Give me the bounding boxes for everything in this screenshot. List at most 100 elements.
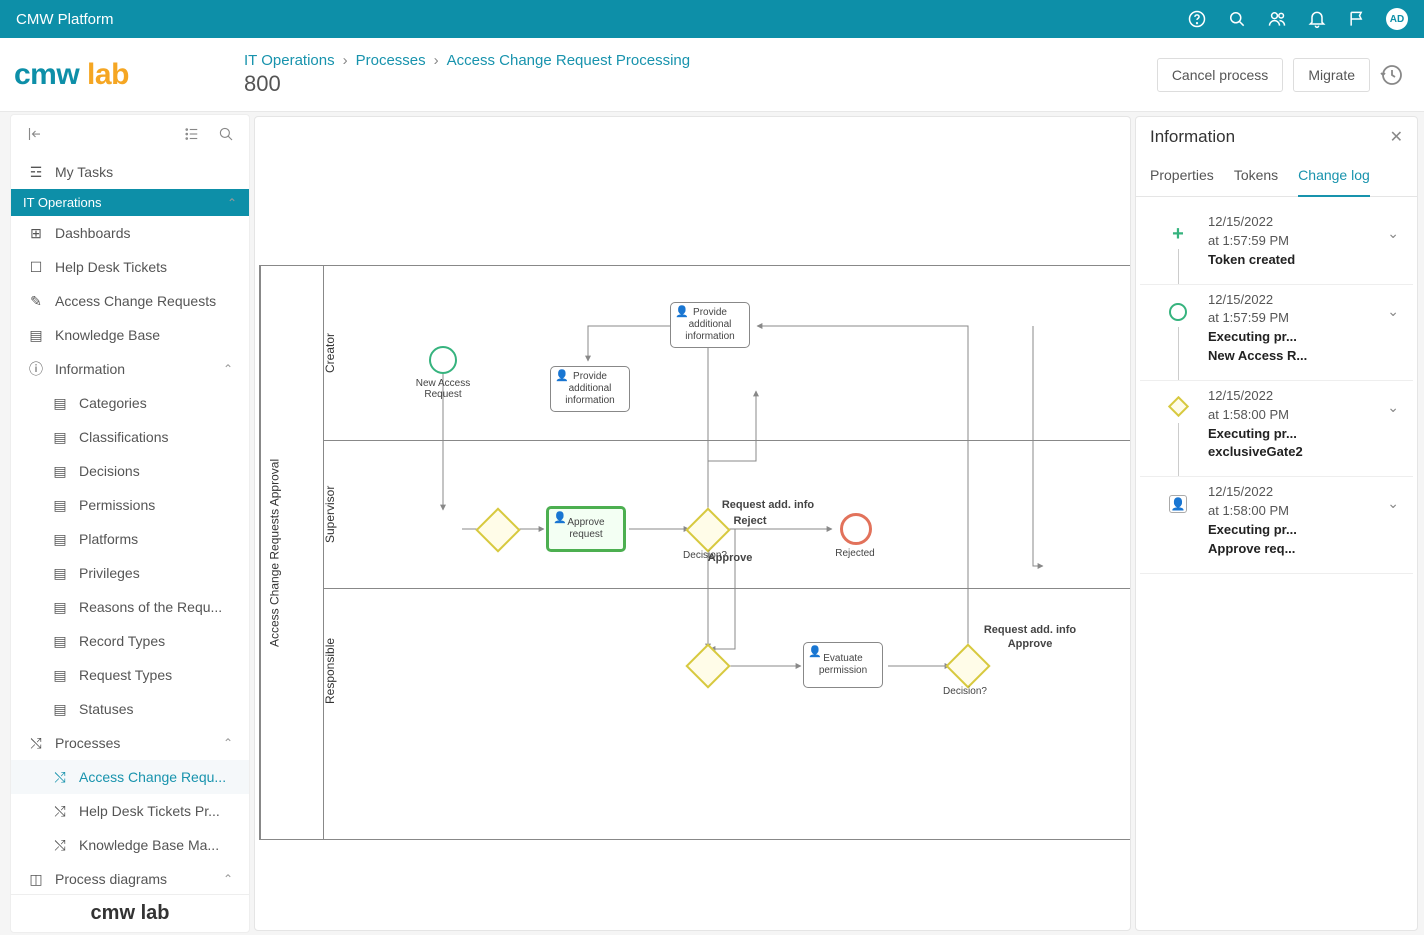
doc-icon: ▤	[51, 394, 69, 412]
process-icon: ⤭	[51, 802, 69, 820]
sidebar-toolbar	[11, 115, 249, 155]
sidebar-section-it-ops[interactable]: IT Operations⌃	[11, 189, 249, 216]
sidebar-info-privileges[interactable]: ▤Privileges	[11, 556, 249, 590]
user-icon: 👤	[555, 370, 569, 383]
chevron-up-icon: ⌃	[223, 736, 233, 750]
chevron-up-icon: ⌃	[227, 196, 237, 210]
info-panel-title: Information	[1150, 127, 1235, 147]
page-title: 800	[244, 71, 1157, 97]
change-log-list: + 12/15/2022at 1:57:59 PMToken created ⌄…	[1136, 197, 1417, 930]
info-icon: ⓘ	[27, 360, 45, 378]
sidebar-group-diagrams[interactable]: ◫Process diagrams⌃	[11, 862, 249, 894]
breadcrumb-link[interactable]: Processes	[356, 52, 426, 69]
user-icon: 👤	[1169, 495, 1187, 513]
sidebar-info-classifications[interactable]: ▤Classifications	[11, 420, 249, 454]
migrate-button[interactable]: Migrate	[1293, 58, 1370, 92]
bell-icon[interactable]	[1306, 8, 1328, 30]
chevron-down-icon[interactable]: ⌄	[1381, 213, 1405, 270]
doc-icon: ▤	[51, 496, 69, 514]
process-icon: ⤭	[51, 836, 69, 854]
sidebar-footer: cmw lab	[11, 894, 249, 932]
collapse-icon[interactable]	[25, 125, 43, 146]
doc-icon: ▤	[51, 530, 69, 548]
chevron-down-icon[interactable]: ⌄	[1381, 291, 1405, 366]
doc-icon: ▤	[51, 632, 69, 650]
people-icon[interactable]	[1266, 8, 1288, 30]
sidebar-info-permissions[interactable]: ▤Permissions	[11, 488, 249, 522]
doc-icon: ▤	[51, 598, 69, 616]
breadcrumb-link[interactable]: IT Operations	[244, 52, 335, 69]
info-panel-tabs: Properties Tokens Change log	[1136, 157, 1417, 197]
diamond-icon	[1167, 396, 1188, 417]
user-icon: 👤	[675, 306, 689, 319]
log-entry[interactable]: 👤 12/15/2022at 1:58:00 PMExecuting pr...…	[1140, 477, 1413, 573]
task-evaluate[interactable]: 👤Evatuate permission	[803, 642, 883, 688]
doc-icon: ▤	[51, 700, 69, 718]
canvas-wrap: Access Change Requests Approval Creator …	[250, 112, 1135, 935]
flow-label-request-info-2: Request add. info	[970, 624, 1090, 636]
user-icon: 👤	[553, 512, 567, 525]
sidebar-proc-kb[interactable]: ⤭Knowledge Base Ma...	[11, 828, 249, 862]
breadcrumb: IT Operations› Processes› Access Change …	[244, 52, 1157, 97]
info-panel: Information ✕ Properties Tokens Change l…	[1135, 116, 1418, 931]
tab-change-log[interactable]: Change log	[1298, 157, 1370, 197]
gateway-decision-2[interactable]	[945, 643, 990, 688]
sidebar-item-helpdesk[interactable]: ☐Help Desk Tickets	[11, 250, 249, 284]
list-icon[interactable]	[183, 125, 201, 146]
search-icon[interactable]	[217, 125, 235, 146]
sidebar-proc-access-change[interactable]: ⤭Access Change Requ...	[11, 760, 249, 794]
lane-creator: Creator	[323, 266, 337, 440]
topbar: CMW Platform AD	[0, 0, 1424, 38]
sidebar-info-request-types[interactable]: ▤Request Types	[11, 658, 249, 692]
sidebar-item-kb[interactable]: ▤Knowledge Base	[11, 318, 249, 352]
task-provide-info-2[interactable]: 👤Provide additional information	[670, 302, 750, 348]
task-provide-info-1[interactable]: 👤Provide additional information	[550, 366, 630, 412]
gateway-1[interactable]	[475, 507, 520, 552]
sidebar-group-processes[interactable]: ⤭Processes⌃	[11, 726, 249, 760]
header-actions: Cancel process Migrate	[1157, 58, 1404, 92]
history-icon[interactable]	[1380, 63, 1404, 87]
log-entry[interactable]: 12/15/2022at 1:58:00 PMExecuting pr...ex…	[1140, 381, 1413, 477]
plus-icon: +	[1169, 225, 1187, 243]
chevron-down-icon[interactable]: ⌄	[1381, 387, 1405, 462]
start-event[interactable]	[429, 346, 457, 374]
sidebar-item-access-change[interactable]: ✎Access Change Requests	[11, 284, 249, 318]
lane-responsible: Responsible	[323, 588, 337, 753]
help-icon[interactable]	[1186, 8, 1208, 30]
cancel-process-button[interactable]: Cancel process	[1157, 58, 1284, 92]
flag-icon[interactable]	[1346, 8, 1368, 30]
task-approve-request[interactable]: 👤Approve request	[546, 506, 626, 552]
breadcrumb-link[interactable]: Access Change Request Processing	[447, 52, 690, 69]
info-panel-header: Information ✕	[1136, 117, 1417, 157]
search-icon[interactable]	[1226, 8, 1248, 30]
sidebar-item-dashboards[interactable]: ⊞Dashboards	[11, 216, 249, 250]
gateway-2[interactable]	[685, 643, 730, 688]
sidebar-info-platforms[interactable]: ▤Platforms	[11, 522, 249, 556]
log-entry[interactable]: 12/15/2022at 1:57:59 PMExecuting pr...Ne…	[1140, 285, 1413, 381]
topbar-actions: AD	[1186, 8, 1408, 30]
tab-tokens[interactable]: Tokens	[1234, 157, 1278, 196]
tab-properties[interactable]: Properties	[1150, 157, 1214, 196]
sidebar-group-information[interactable]: ⓘInformation⌃	[11, 352, 249, 386]
sidebar-info-statuses[interactable]: ▤Statuses	[11, 692, 249, 726]
sidebar-info-reasons[interactable]: ▤Reasons of the Requ...	[11, 590, 249, 624]
dashboard-icon: ⊞	[27, 224, 45, 242]
avatar[interactable]: AD	[1386, 8, 1408, 30]
process-icon: ⤭	[51, 768, 69, 786]
close-icon[interactable]: ✕	[1390, 127, 1403, 147]
canvas[interactable]: Access Change Requests Approval Creator …	[254, 116, 1131, 931]
headerbar: cmw lab IT Operations› Processes› Access…	[0, 38, 1424, 112]
sidebar-info-record-types[interactable]: ▤Record Types	[11, 624, 249, 658]
gateway-decision-2-label: Decision?	[925, 686, 1005, 697]
main: ☲My Tasks IT Operations⌃ ⊞Dashboards ☐He…	[0, 112, 1424, 935]
tasks-icon: ☲	[27, 163, 45, 181]
sidebar-proc-helpdesk[interactable]: ⤭Help Desk Tickets Pr...	[11, 794, 249, 828]
end-event-rejected[interactable]	[840, 513, 872, 545]
chevron-down-icon[interactable]: ⌄	[1381, 483, 1405, 558]
sidebar-info-categories[interactable]: ▤Categories	[11, 386, 249, 420]
logo[interactable]: cmw lab	[14, 58, 244, 92]
flow-label-reject: Reject	[710, 515, 790, 527]
sidebar-my-tasks[interactable]: ☲My Tasks	[11, 155, 249, 189]
sidebar-info-decisions[interactable]: ▤Decisions	[11, 454, 249, 488]
log-entry[interactable]: + 12/15/2022at 1:57:59 PMToken created ⌄	[1140, 207, 1413, 285]
